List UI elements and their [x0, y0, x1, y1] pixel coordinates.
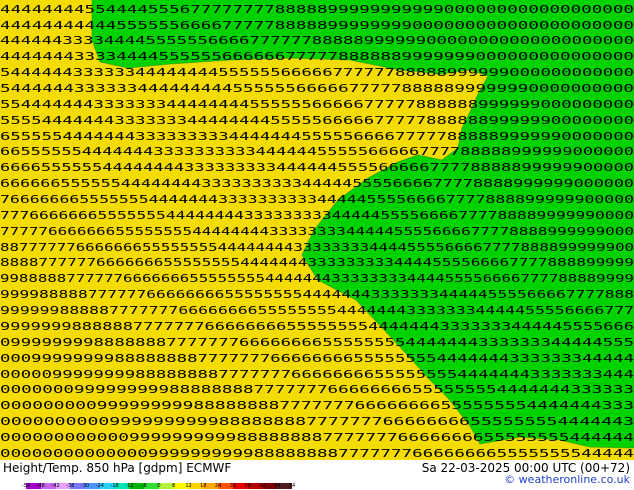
contour-label-row: 7776666666555555544444444333333333444445… [0, 209, 634, 222]
scale-tick-label: -54 [21, 483, 31, 489]
brand-link[interactable]: © weatheronline.co.uk [504, 473, 630, 486]
contour-label-row: 5544444443333333444444445555556666677777… [0, 98, 634, 111]
scale-tick-label: -42 [51, 483, 60, 489]
contour-label-row: 7777766666665555555544444444333333334444… [0, 225, 634, 238]
scale-tick-label: 8 [172, 483, 176, 489]
contour-label-row: 4444444333344445555556666667777788888899… [0, 50, 634, 63]
scale-tick-label: 36 [244, 483, 251, 489]
contour-label-row: 0999999998888888777777766666666555555554… [0, 336, 634, 349]
contour-label-row: 9988888777777666666655555555444444433333… [0, 272, 634, 285]
contour-label-row: 8877777766666665555555544444444333333334… [0, 241, 634, 254]
scale-tick-label: -30 [81, 483, 90, 489]
contour-label-row: 6655555544444443333333333444444555556666… [0, 145, 634, 158]
contour-label-row: 9999888887777776666666655555555444444433… [0, 288, 634, 301]
scale-tick-label: -48 [36, 483, 45, 489]
color-scale-labels: -54 -48 -42 -38 -30 -24 -18 -12 -8 0 8 12 18 24 30 36 42… [22, 483, 296, 490]
scale-tick-label: -18 [110, 483, 119, 489]
contour-label-row: 6666665555554444444433333333334444455556… [0, 177, 634, 190]
scale-tick-label: -38 [66, 483, 75, 489]
contour-label-row: 0000000009999999998888888877777776666666… [0, 399, 634, 412]
scale-tick-label: 42 [259, 483, 266, 489]
scale-tick-label: 12 [185, 483, 192, 489]
scale-tick-label: -24 [95, 483, 104, 489]
contour-label-row: 0000000999999999888888887777777666666665… [0, 383, 634, 396]
scale-tick-label: 30 [229, 483, 237, 489]
contour-label-row: 5444444333333444444445555556666677777788… [0, 66, 634, 79]
scale-tick-label: 0 [157, 483, 161, 489]
contour-label-row: 0000000000999999999988888888777777766666… [0, 415, 634, 428]
contour-label-row: 6666555555444444443333333334444445555666… [0, 161, 634, 174]
contour-label-row: 4444444455444455567777777788888999999999… [0, 3, 634, 16]
contour-label-row: 9999999888888777777766666666555555554444… [0, 320, 634, 333]
contour-label-row: 6555554444444333333333444444455555666677… [0, 130, 634, 143]
map-title: Height/Temp. 850 hPa [gdpm] ECMWF [3, 461, 232, 475]
contour-label-row: 4444444444455555566667777788888999999990… [0, 19, 634, 32]
scale-tick-label: 24 [214, 483, 222, 489]
contour-label-row: 0000000000000099999999998888888877777776… [0, 447, 634, 460]
contour-label-row: 8888777777666666655555555444444433333333… [0, 256, 634, 269]
contour-label-row: 5555444444433333334444444455555666667777… [0, 114, 634, 127]
forecast-map: 4444444455444455567777777788888999999999… [0, 0, 634, 460]
contour-label-row: 0000000000009999999999888888887777777666… [0, 431, 634, 444]
contour-labels: 4444444455444455567777777788888999999999… [0, 3, 634, 460]
contour-label-row: 0009999999988888888777777766666666555555… [0, 352, 634, 365]
contour-label-row: 4444443333444455555566667777778888899999… [0, 34, 634, 47]
contour-label-row: 0000099999999888888887777777666666665555… [0, 368, 634, 381]
contour-label-row: 5444444333333444444444555555666667777788… [0, 82, 634, 95]
temperature-field: 4444444455444455567777777788888999999999… [0, 0, 634, 460]
scale-tick-label: 18 [200, 483, 207, 489]
contour-label-row: 9999998888877777776666666655555555444444… [0, 304, 634, 317]
contour-label-row: 7666666655555554444444333333333344444555… [0, 193, 634, 206]
scale-tick-label: -8 [141, 483, 147, 489]
scale-tick-label: 48 [274, 483, 281, 489]
scale-tick-label: 54 [288, 483, 296, 489]
scale-tick-label: -12 [125, 483, 134, 489]
